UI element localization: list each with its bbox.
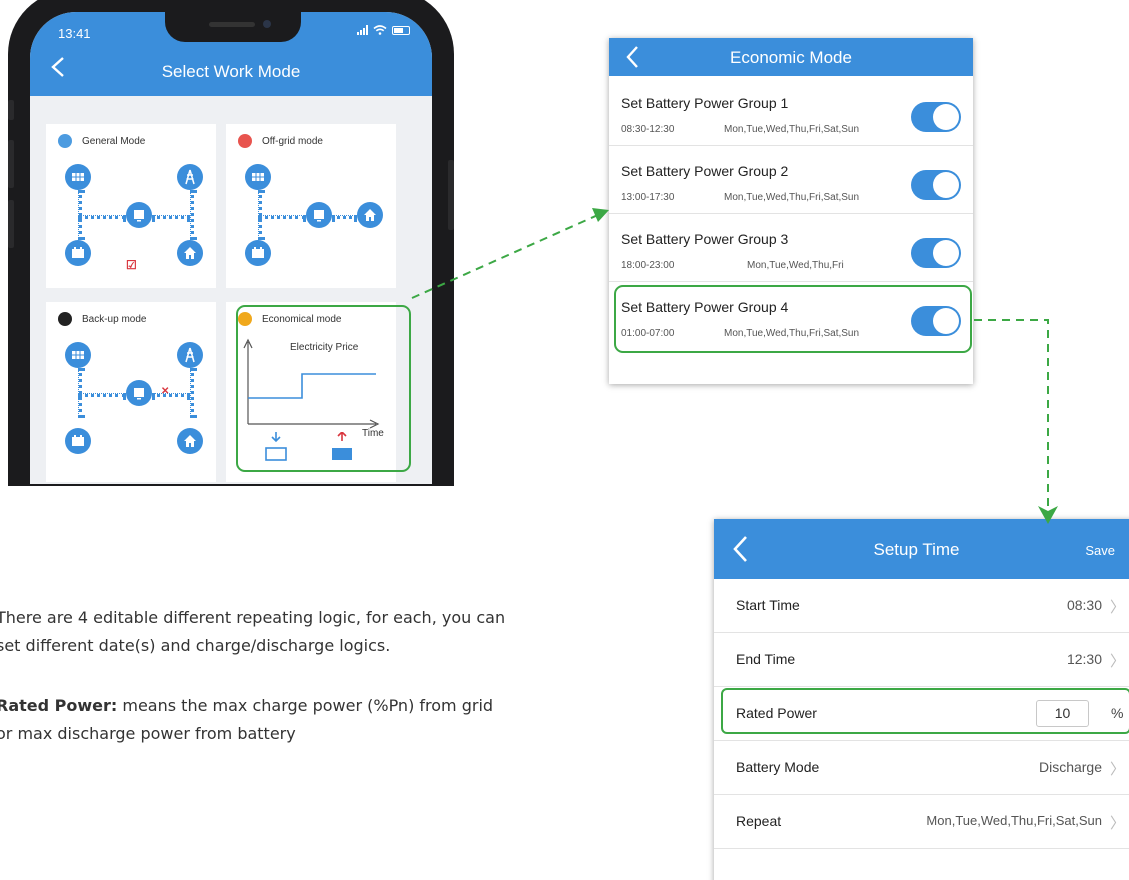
group-title: Set Battery Power Group 3: [621, 231, 789, 247]
economic-mode-header: Economic Mode: [609, 38, 973, 76]
group-time: 13:00-17:30: [621, 192, 675, 203]
end-time-row[interactable]: End Time 12:30 〉: [714, 633, 1129, 687]
group-time: 18:00-23:00: [621, 260, 675, 271]
group-days: Mon,Tue,Wed,Thu,Fri,Sat,Sun: [724, 192, 860, 203]
save-button[interactable]: Save: [1085, 543, 1115, 558]
back-up-mode-icon: [58, 312, 72, 326]
end-time-label: End Time: [736, 651, 796, 667]
rated-power-term: Rated Power:: [0, 696, 118, 715]
off-grid-mode-card[interactable]: Off-grid mode: [226, 124, 396, 288]
rated-power-description: Rated Power: means the max charge power …: [0, 692, 493, 748]
rated-power-definition: means the max charge power (%Pn) from gr…: [117, 696, 494, 715]
group-title: Set Battery Power Group 1: [621, 95, 789, 111]
inverter-icon: [126, 380, 152, 406]
battery-icon: [65, 428, 91, 454]
inverter-icon: [306, 202, 332, 228]
battery-group-row[interactable]: Set Battery Power Group 3 18:00-23:00 Mo…: [609, 214, 973, 282]
home-icon: [177, 428, 203, 454]
rated-power-definition-line-2: or max discharge power from battery: [0, 724, 296, 743]
chevron-right-icon: 〉: [1109, 815, 1125, 832]
battery-mode-row[interactable]: Battery Mode Discharge 〉: [714, 741, 1129, 795]
disconnect-x-icon: ✕: [161, 386, 170, 397]
group-toggle[interactable]: [911, 238, 961, 268]
status-time: 13:41: [58, 26, 91, 41]
solar-panel-icon: [245, 164, 271, 190]
end-time-value: 12:30: [1066, 651, 1102, 667]
home-icon: [357, 202, 383, 228]
group-days: Mon,Tue,Wed,Thu,Fri: [747, 260, 844, 271]
inverter-icon: [126, 202, 152, 228]
solar-panel-icon: [65, 164, 91, 190]
general-mode-card[interactable]: General Mode ☑: [46, 124, 216, 288]
battery-icon: [65, 240, 91, 266]
selected-check-icon: ☑: [126, 258, 137, 272]
battery-status-icon: [392, 25, 410, 35]
arrowhead-economic: [592, 208, 609, 222]
chevron-right-icon: 〉: [1109, 761, 1125, 778]
battery-icon: [245, 240, 271, 266]
repeat-value: Mon,Tue,Wed,Thu,Fri,Sat,Sun: [926, 813, 1102, 828]
repeat-label: Repeat: [736, 813, 782, 829]
description-line-2: set different date(s) and charge/dischar…: [0, 636, 391, 655]
back-up-mode-card[interactable]: Back-up mode ✕: [46, 302, 216, 482]
home-icon: [177, 240, 203, 266]
back-up-mode-label: Back-up mode: [82, 313, 147, 325]
economical-mode-highlight: [236, 305, 411, 472]
chevron-right-icon: 〉: [1109, 653, 1125, 670]
start-time-label: Start Time: [736, 597, 800, 613]
start-time-value: 08:30: [1066, 597, 1102, 613]
description-line-1: There are 4 editable different repeating…: [0, 608, 506, 627]
select-work-mode-title: Select Work Mode: [161, 62, 301, 81]
rated-power-highlight: [721, 688, 1129, 734]
battery-group-row[interactable]: Set Battery Power Group 2 13:00-17:30 Mo…: [609, 146, 973, 214]
battery-mode-value: Discharge: [1038, 759, 1102, 775]
grid-tower-icon: [177, 342, 203, 368]
grid-tower-icon: [177, 164, 203, 190]
signal-icon: [357, 25, 368, 35]
economic-mode-title: Economic Mode: [730, 48, 852, 67]
battery-group-row[interactable]: Set Battery Power Group 1 08:30-12:30 Mo…: [609, 78, 973, 146]
wifi-icon: [373, 25, 387, 35]
setup-time-header: Setup Time Save: [714, 519, 1129, 579]
battery-mode-label: Battery Mode: [736, 759, 820, 775]
general-mode-icon: [58, 134, 72, 148]
start-time-row[interactable]: Start Time 08:30 〉: [714, 579, 1129, 633]
arrow-to-setup-time: [974, 319, 1049, 510]
group-days: Mon,Tue,Wed,Thu,Fri,Sat,Sun: [724, 124, 860, 135]
group-title: Set Battery Power Group 2: [621, 163, 789, 179]
chevron-right-icon: 〉: [1109, 599, 1125, 616]
phone-notch: [165, 12, 301, 42]
solar-panel-icon: [65, 342, 91, 368]
setup-time-title: Setup Time: [873, 540, 960, 559]
group-toggle[interactable]: [911, 102, 961, 132]
group-toggle[interactable]: [911, 170, 961, 200]
off-grid-mode-label: Off-grid mode: [262, 135, 323, 147]
off-grid-mode-icon: [238, 134, 252, 148]
group-time: 08:30-12:30: [621, 124, 675, 135]
status-icons: [357, 25, 410, 35]
general-mode-label: General Mode: [82, 135, 146, 147]
repeat-row[interactable]: Repeat Mon,Tue,Wed,Thu,Fri,Sat,Sun 〉: [714, 795, 1129, 849]
description-text: There are 4 editable different repeating…: [0, 604, 505, 660]
group-4-highlight: [614, 285, 972, 353]
